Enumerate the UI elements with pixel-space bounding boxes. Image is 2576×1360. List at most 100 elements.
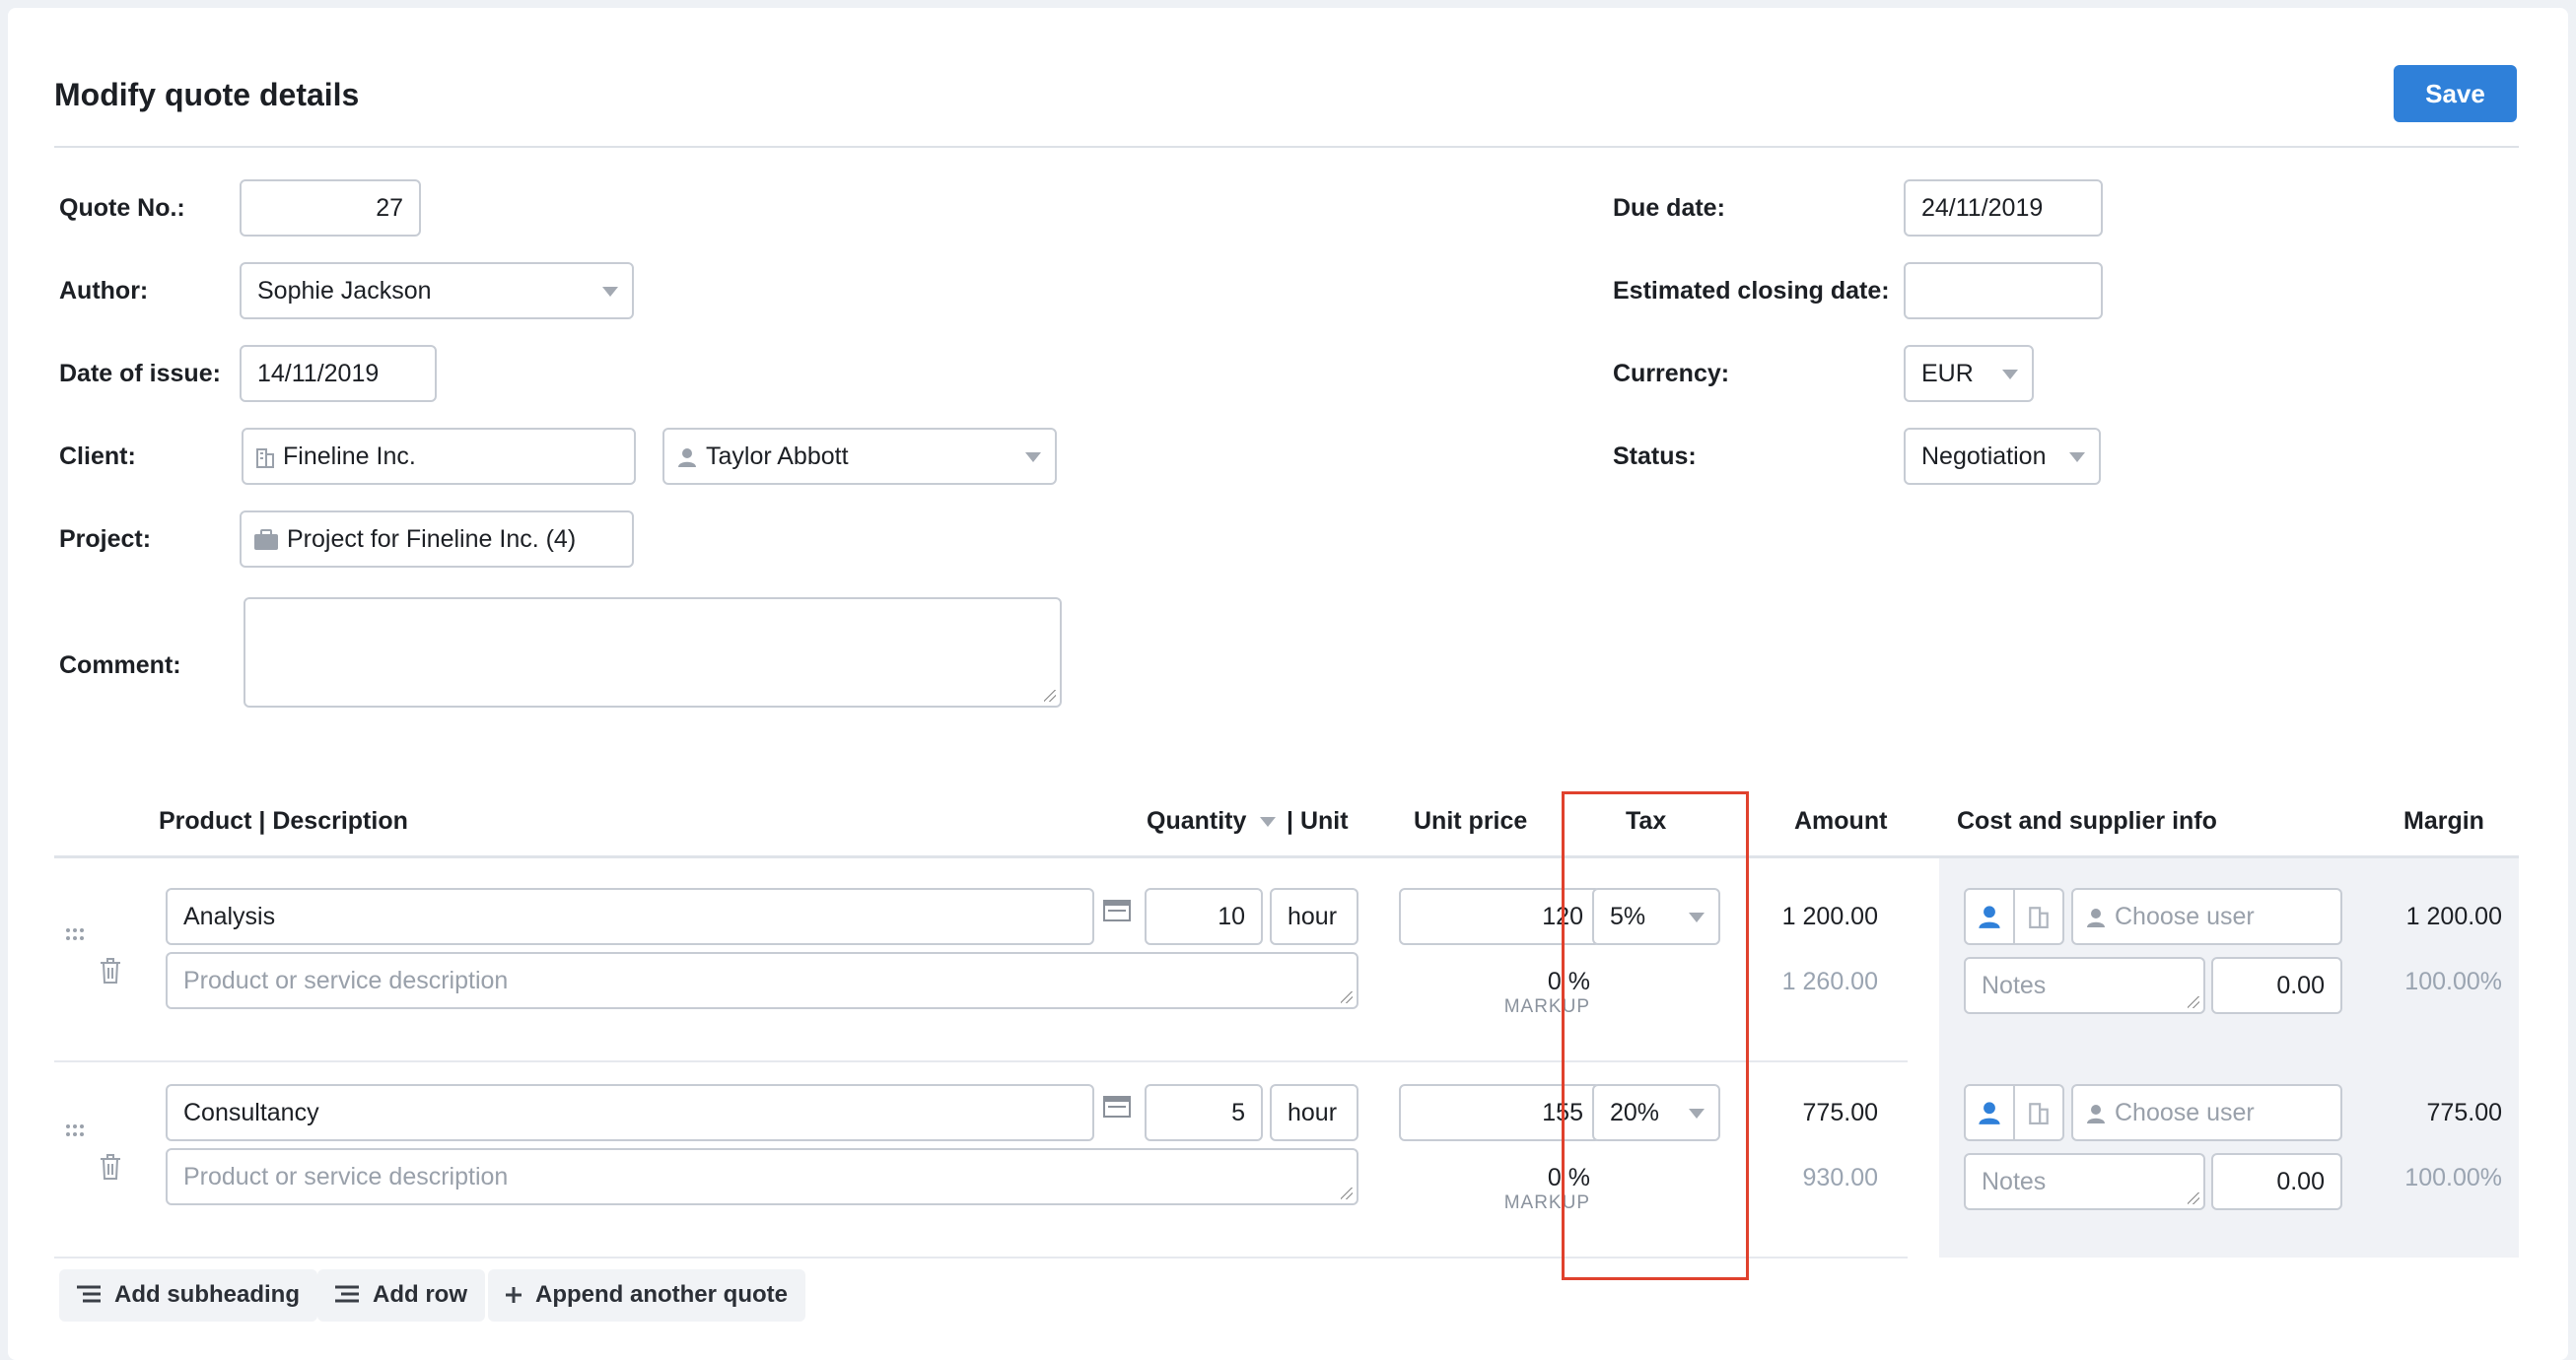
rows-icon xyxy=(335,1270,359,1322)
header-cost-supplier: Cost and supplier info xyxy=(1957,807,2217,835)
product-input[interactable]: Analysis xyxy=(166,888,1094,945)
trash-icon[interactable] xyxy=(100,1154,121,1180)
internal-user-toggle[interactable] xyxy=(1964,1084,2015,1141)
header-amount: Amount xyxy=(1794,807,1888,835)
user-icon xyxy=(678,448,696,468)
client-company-select[interactable]: Fineline Inc. xyxy=(242,428,636,485)
append-quote-button[interactable]: Append another quote xyxy=(488,1269,805,1322)
building-icon xyxy=(2029,1103,2049,1124)
cost-row: Choose user 1 200.00 Notes 0.00 100.00% xyxy=(1939,858,2519,1055)
quote-no-input[interactable]: 27 xyxy=(240,179,421,237)
description-placeholder: Product or service description xyxy=(183,1163,509,1190)
notes-input[interactable]: Notes xyxy=(1964,1153,2205,1210)
amount-with-tax-value: 1 260.00 xyxy=(1781,968,1878,995)
resize-handle-icon[interactable] xyxy=(1341,991,1353,1003)
status-select[interactable]: Negotiation xyxy=(1904,428,2101,485)
estimated-closing-date-input[interactable] xyxy=(1904,262,2103,319)
add-row-button[interactable]: Add row xyxy=(317,1269,485,1322)
margin-percent-value: 100.00% xyxy=(2404,968,2502,995)
quantity-input[interactable]: 5 xyxy=(1145,1084,1263,1141)
project-value: Project for Fineline Inc. (4) xyxy=(287,525,577,553)
header-unit: | Unit xyxy=(1287,807,1349,835)
margin-value: 775.00 xyxy=(2426,1099,2502,1126)
description-input[interactable]: Product or service description xyxy=(166,1148,1358,1205)
tax-column-highlight xyxy=(1562,791,1749,1280)
notes-input[interactable]: Notes xyxy=(1964,957,2205,1014)
choose-user-select[interactable]: Choose user xyxy=(2071,888,2342,945)
drag-handle-icon[interactable] xyxy=(65,1123,85,1137)
margin-value: 1 200.00 xyxy=(2405,903,2502,930)
project-select[interactable]: Project for Fineline Inc. (4) xyxy=(240,510,634,568)
unit-input[interactable]: hour xyxy=(1270,888,1358,945)
choose-user-placeholder: Choose user xyxy=(2115,1099,2255,1126)
description-input[interactable]: Product or service description xyxy=(166,952,1358,1009)
resize-handle-icon[interactable] xyxy=(1341,1188,1353,1199)
append-quote-label: Append another quote xyxy=(535,1281,788,1308)
amount-with-tax-value: 930.00 xyxy=(1802,1164,1878,1191)
supplier-toggle[interactable] xyxy=(2013,1084,2064,1141)
client-label: Client: xyxy=(59,442,136,470)
user-icon xyxy=(2087,1105,2105,1124)
add-subheading-label: Add subheading xyxy=(114,1281,300,1308)
supplier-toggle[interactable] xyxy=(2013,888,2064,945)
status-value: Negotiation xyxy=(1921,442,2047,470)
user-icon xyxy=(2087,909,2105,928)
author-value: Sophie Jackson xyxy=(257,277,432,305)
description-placeholder: Product or service description xyxy=(183,967,509,994)
briefcase-icon xyxy=(254,529,278,551)
drag-handle-icon[interactable] xyxy=(65,927,85,941)
save-button[interactable]: Save xyxy=(2394,65,2517,122)
unit-input[interactable]: hour xyxy=(1270,1084,1358,1141)
resize-handle-icon[interactable] xyxy=(1044,690,1056,702)
header-unit-price: Unit price xyxy=(1414,807,1528,835)
quantity-input[interactable]: 10 xyxy=(1145,888,1263,945)
choose-user-placeholder: Choose user xyxy=(2115,903,2255,930)
date-of-issue-input[interactable]: 14/11/2019 xyxy=(240,345,437,402)
currency-value: EUR xyxy=(1921,360,1974,387)
choose-user-select[interactable]: Choose user xyxy=(2071,1084,2342,1141)
chevron-down-icon xyxy=(2069,452,2085,462)
due-date-label: Due date: xyxy=(1613,194,1725,222)
client-contact-value: Taylor Abbott xyxy=(706,442,849,470)
add-row-label: Add row xyxy=(373,1281,467,1308)
notes-placeholder: Notes xyxy=(1982,1168,2047,1195)
chevron-down-icon xyxy=(602,287,618,297)
comment-label: Comment: xyxy=(59,651,181,679)
comment-textarea[interactable] xyxy=(244,597,1062,708)
chevron-down-icon xyxy=(1025,452,1041,462)
cost-row: Choose user 775.00 Notes 0.00 100.00% xyxy=(1939,1054,2519,1252)
resize-handle-icon[interactable] xyxy=(2188,996,2199,1008)
quote-no-label: Quote No.: xyxy=(59,194,185,222)
currency-label: Currency: xyxy=(1613,360,1730,387)
divider xyxy=(54,146,2519,148)
client-company-value: Fineline Inc. xyxy=(283,442,416,470)
quote-editor-card: Modify quote details Save Quote No.: 27 … xyxy=(8,8,2568,1360)
subheading-icon xyxy=(77,1270,101,1322)
project-label: Project: xyxy=(59,525,152,553)
plus-icon xyxy=(506,1270,522,1322)
building-icon xyxy=(256,448,274,469)
author-label: Author: xyxy=(59,277,149,305)
trash-icon[interactable] xyxy=(100,958,121,984)
page-title: Modify quote details xyxy=(54,77,360,112)
currency-select[interactable]: EUR xyxy=(1904,345,2034,402)
date-of-issue-label: Date of issue: xyxy=(59,360,221,387)
sort-down-icon[interactable] xyxy=(1260,817,1276,827)
user-icon xyxy=(1979,1102,2000,1124)
estimated-closing-date-label: Estimated closing date: xyxy=(1613,277,1890,305)
due-date-input[interactable]: 24/11/2019 xyxy=(1904,179,2103,237)
notes-placeholder: Notes xyxy=(1982,972,2047,999)
amount-value: 775.00 xyxy=(1802,1099,1878,1126)
internal-user-toggle[interactable] xyxy=(1964,888,2015,945)
product-input[interactable]: Consultancy xyxy=(166,1084,1094,1141)
header-margin: Margin xyxy=(2403,807,2484,835)
author-select[interactable]: Sophie Jackson xyxy=(240,262,634,319)
amount-value: 1 200.00 xyxy=(1781,903,1878,930)
resize-handle-icon[interactable] xyxy=(2188,1192,2199,1204)
catalog-icon[interactable] xyxy=(1103,900,1131,921)
catalog-icon[interactable] xyxy=(1103,1096,1131,1118)
client-contact-select[interactable]: Taylor Abbott xyxy=(662,428,1057,485)
building-icon xyxy=(2029,907,2049,928)
add-subheading-button[interactable]: Add subheading xyxy=(59,1269,317,1322)
header-product: Product | Description xyxy=(159,807,408,835)
